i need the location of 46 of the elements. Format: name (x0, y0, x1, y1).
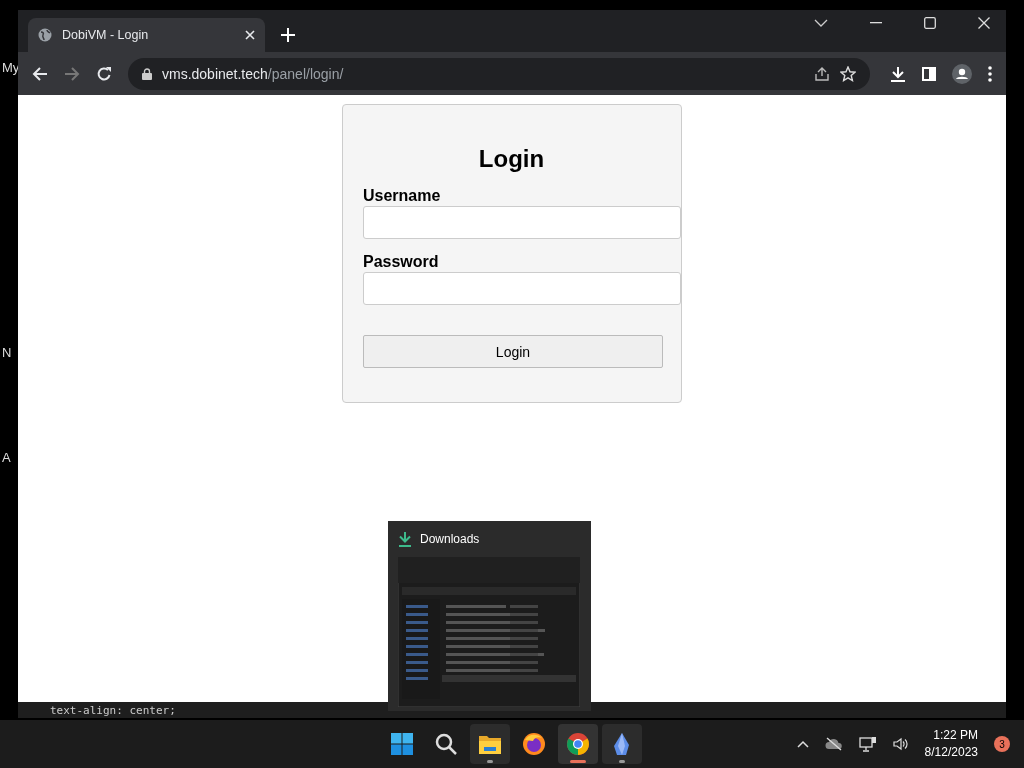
input-field[interactable] (363, 272, 681, 305)
profile-icon[interactable] (952, 63, 972, 84)
field-label: Password (363, 253, 440, 271)
downloads-preview-popup[interactable]: Downloads (388, 521, 591, 711)
close-icon[interactable] (978, 17, 990, 29)
forward-arrow-icon[interactable] (64, 65, 80, 82)
input-field[interactable] (363, 206, 681, 239)
start-icon (390, 732, 414, 756)
desktop-icon-label: My (2, 60, 20, 75)
chevron-up-icon[interactable] (796, 740, 809, 748)
chevron-down-icon[interactable] (814, 19, 828, 27)
code-line: text-align: center; (50, 703, 176, 717)
menu-icon[interactable] (988, 65, 992, 82)
taskbar-button[interactable] (558, 724, 598, 764)
back-arrow-icon[interactable] (32, 65, 48, 82)
form-title: Login (477, 145, 546, 173)
notification-badge[interactable]: 3 (994, 736, 1010, 752)
star-icon[interactable] (840, 65, 856, 82)
fox-globe-icon (522, 732, 546, 756)
share-icon[interactable] (814, 65, 830, 82)
field-label: Username (363, 187, 442, 205)
lock-icon (142, 67, 152, 80)
side-panel-icon[interactable] (922, 66, 936, 81)
browser-logo-icon (566, 732, 590, 756)
minimize-icon[interactable] (870, 22, 882, 24)
login-button[interactable]: Login (363, 335, 663, 368)
address-bar[interactable]: vms.dobinet.tech/panel/login/ (128, 57, 870, 90)
taskbar-button[interactable] (470, 724, 510, 764)
download-icon (398, 531, 412, 547)
new-tab-icon[interactable] (281, 28, 295, 42)
taskbar-button[interactable] (602, 724, 642, 764)
close-icon[interactable] (245, 30, 255, 40)
network-icon[interactable] (858, 736, 877, 752)
desktop-icon-label: A (2, 450, 11, 465)
maximize-icon[interactable] (924, 17, 936, 29)
url-text: vms.dobinet.tech/panel/login/ (162, 65, 344, 82)
reload-icon[interactable] (96, 65, 112, 82)
cloud-off-icon[interactable] (824, 737, 843, 751)
browser-tab[interactable]: DobiVM - Login (28, 18, 265, 52)
search-icon (434, 732, 458, 756)
globe-icon (38, 28, 52, 42)
speaker-icon[interactable] (892, 737, 909, 751)
clock-button[interactable]: 1:22 PM 8/12/2023 (924, 727, 978, 761)
preview-title: Downloads (420, 532, 480, 546)
download-icon[interactable] (890, 65, 906, 82)
desktop-icon-label: N (2, 345, 12, 360)
